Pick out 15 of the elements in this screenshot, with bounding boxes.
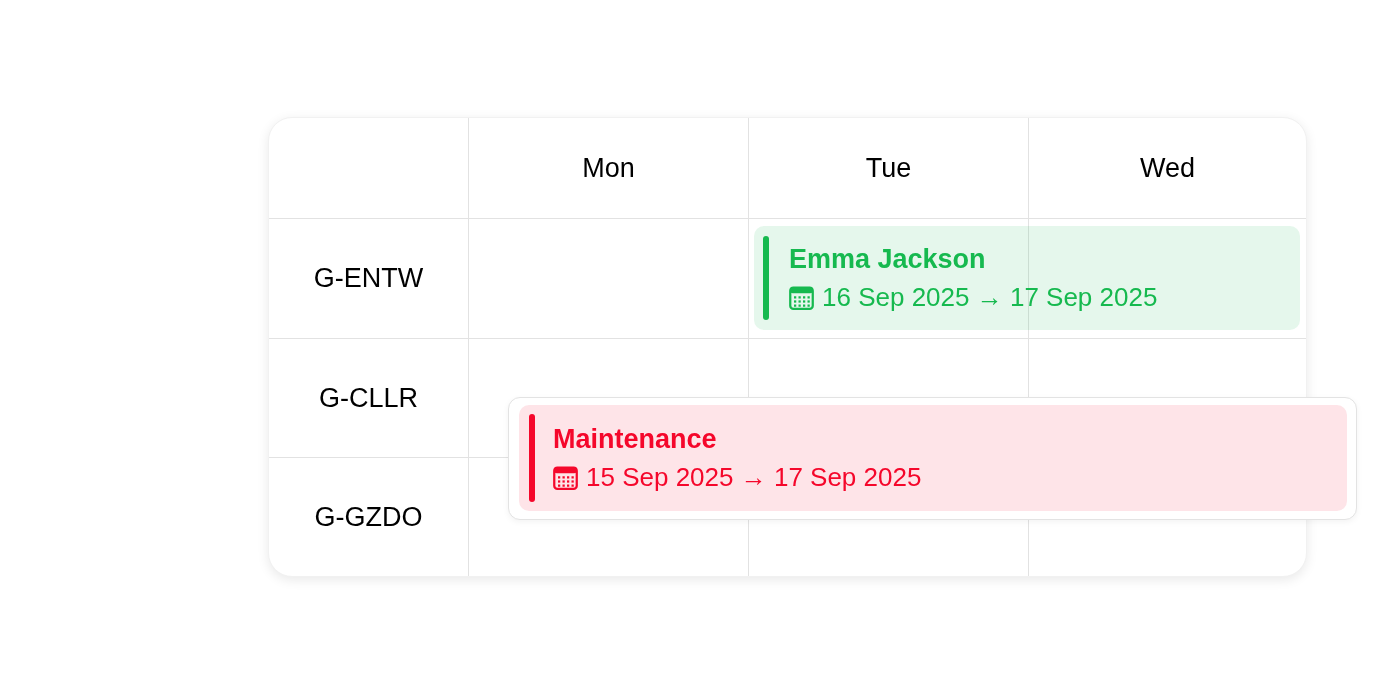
event-card[interactable]: Maintenance 15 Sep 2025 → 17 Sep 2025 [519, 405, 1347, 511]
calendar-icon [789, 284, 814, 310]
event-title: Emma Jackson [789, 244, 987, 274]
event-card[interactable]: Emma Jackson 16 Sep 2025 → 17 Sep 2025 [754, 226, 1300, 330]
event-dates: 16 Sep 2025 → 17 Sep 2025 [822, 282, 1158, 312]
day-label: Mon [582, 151, 635, 185]
event-title: Maintenance [553, 424, 718, 454]
day-label: Tue [865, 151, 912, 185]
day-label: Wed [1140, 151, 1195, 185]
calendar-icon [553, 464, 578, 490]
resource-label: G-ENTW [313, 262, 424, 296]
drag-preview[interactable]: Maintenance 15 Sep 2025 → 17 Sep 2025 [508, 397, 1357, 520]
resource-label: G-CLLR [319, 381, 418, 415]
resource-label: G-GZDO [314, 500, 423, 534]
event-dates: 15 Sep 2025 → 17 Sep 2025 [586, 462, 922, 492]
